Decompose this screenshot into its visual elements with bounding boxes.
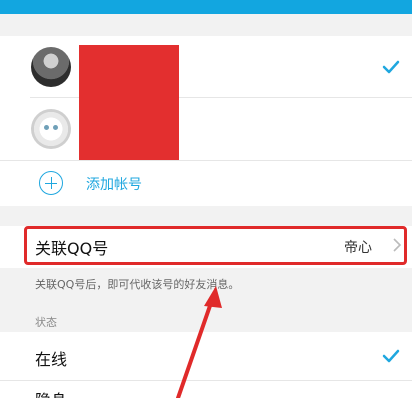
title-bar: [0, 0, 412, 14]
account-avatar: [31, 109, 71, 149]
status-option-label: 隐身: [35, 387, 67, 398]
highlight-annotation: [24, 226, 407, 265]
cat-eye: [44, 125, 49, 130]
redacted-account-names: [79, 45, 179, 160]
top-spacer: [0, 14, 412, 36]
account-avatar: [31, 47, 71, 87]
account-row[interactable]: [0, 36, 412, 98]
hint-area: 关联QQ号后，即可代收该号的好友消息。 状态: [0, 268, 412, 332]
add-circle-icon: [39, 171, 63, 195]
add-account-row[interactable]: 添加帐号: [0, 160, 412, 207]
status-option-label: 在线: [35, 350, 68, 369]
section-spacer: [0, 206, 412, 226]
status-section-header: 状态: [35, 316, 57, 329]
status-option-online[interactable]: 在线: [0, 332, 412, 381]
cat-eye: [53, 125, 58, 130]
add-account-label: 添加帐号: [86, 177, 142, 193]
link-qq-hint: 关联QQ号后，即可代收该号的好友消息。: [35, 278, 240, 291]
account-settings-screen: 添加帐号 关联QQ号 帝心 关联QQ号后，即可代收该号的好友消息。 状态 在线 …: [0, 0, 412, 398]
status-option-hidden[interactable]: 隐身: [0, 381, 412, 398]
check-icon: [382, 349, 400, 363]
check-icon: [382, 60, 400, 74]
account-row[interactable]: [0, 98, 412, 160]
